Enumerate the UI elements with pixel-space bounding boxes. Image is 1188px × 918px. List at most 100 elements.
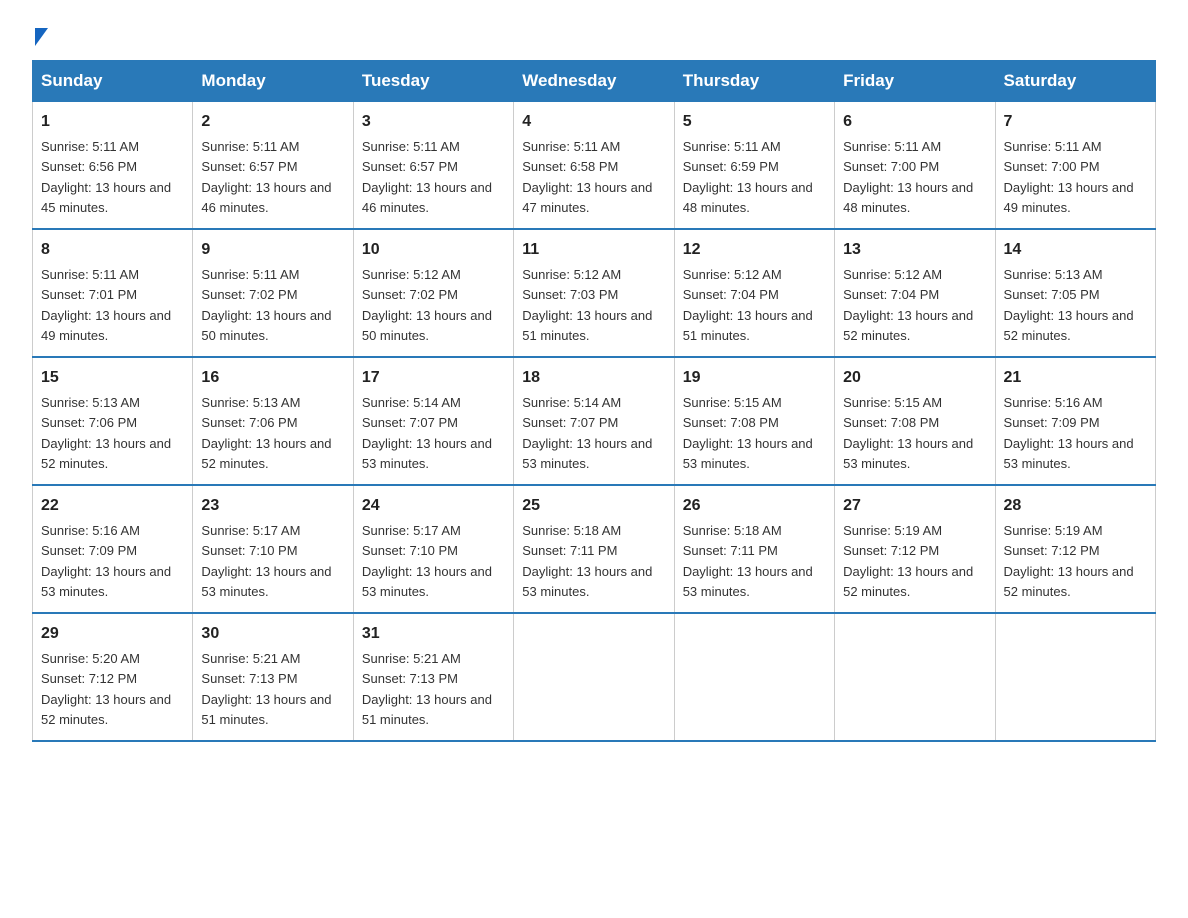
calendar-body: 1 Sunrise: 5:11 AMSunset: 6:56 PMDayligh… xyxy=(33,102,1156,742)
day-info: Sunrise: 5:19 AMSunset: 7:12 PMDaylight:… xyxy=(1004,523,1134,599)
day-number: 25 xyxy=(522,494,665,518)
day-info: Sunrise: 5:12 AMSunset: 7:02 PMDaylight:… xyxy=(362,267,492,343)
day-number: 13 xyxy=(843,238,986,262)
calendar-cell: 10 Sunrise: 5:12 AMSunset: 7:02 PMDaylig… xyxy=(353,229,513,357)
day-number: 20 xyxy=(843,366,986,390)
calendar-header: SundayMondayTuesdayWednesdayThursdayFrid… xyxy=(33,61,1156,102)
calendar-cell: 13 Sunrise: 5:12 AMSunset: 7:04 PMDaylig… xyxy=(835,229,995,357)
calendar-cell: 6 Sunrise: 5:11 AMSunset: 7:00 PMDayligh… xyxy=(835,102,995,230)
calendar-cell: 22 Sunrise: 5:16 AMSunset: 7:09 PMDaylig… xyxy=(33,485,193,613)
calendar-week-5: 29 Sunrise: 5:20 AMSunset: 7:12 PMDaylig… xyxy=(33,613,1156,741)
day-number: 16 xyxy=(201,366,344,390)
calendar-cell: 2 Sunrise: 5:11 AMSunset: 6:57 PMDayligh… xyxy=(193,102,353,230)
day-number: 5 xyxy=(683,110,826,134)
day-info: Sunrise: 5:12 AMSunset: 7:04 PMDaylight:… xyxy=(683,267,813,343)
day-info: Sunrise: 5:16 AMSunset: 7:09 PMDaylight:… xyxy=(1004,395,1134,471)
calendar-cell: 5 Sunrise: 5:11 AMSunset: 6:59 PMDayligh… xyxy=(674,102,834,230)
day-info: Sunrise: 5:17 AMSunset: 7:10 PMDaylight:… xyxy=(362,523,492,599)
day-info: Sunrise: 5:11 AMSunset: 6:57 PMDaylight:… xyxy=(362,139,492,215)
day-info: Sunrise: 5:11 AMSunset: 6:58 PMDaylight:… xyxy=(522,139,652,215)
calendar-cell: 1 Sunrise: 5:11 AMSunset: 6:56 PMDayligh… xyxy=(33,102,193,230)
day-info: Sunrise: 5:19 AMSunset: 7:12 PMDaylight:… xyxy=(843,523,973,599)
day-number: 26 xyxy=(683,494,826,518)
day-number: 1 xyxy=(41,110,184,134)
day-number: 7 xyxy=(1004,110,1147,134)
calendar-cell: 4 Sunrise: 5:11 AMSunset: 6:58 PMDayligh… xyxy=(514,102,674,230)
day-number: 14 xyxy=(1004,238,1147,262)
day-info: Sunrise: 5:14 AMSunset: 7:07 PMDaylight:… xyxy=(362,395,492,471)
day-info: Sunrise: 5:21 AMSunset: 7:13 PMDaylight:… xyxy=(201,651,331,727)
calendar-cell: 16 Sunrise: 5:13 AMSunset: 7:06 PMDaylig… xyxy=(193,357,353,485)
logo xyxy=(32,24,48,40)
day-number: 10 xyxy=(362,238,505,262)
calendar-cell: 15 Sunrise: 5:13 AMSunset: 7:06 PMDaylig… xyxy=(33,357,193,485)
day-number: 21 xyxy=(1004,366,1147,390)
calendar-cell: 28 Sunrise: 5:19 AMSunset: 7:12 PMDaylig… xyxy=(995,485,1155,613)
calendar-cell: 8 Sunrise: 5:11 AMSunset: 7:01 PMDayligh… xyxy=(33,229,193,357)
day-info: Sunrise: 5:11 AMSunset: 6:56 PMDaylight:… xyxy=(41,139,171,215)
day-info: Sunrise: 5:12 AMSunset: 7:04 PMDaylight:… xyxy=(843,267,973,343)
calendar-cell xyxy=(514,613,674,741)
day-number: 3 xyxy=(362,110,505,134)
day-number: 2 xyxy=(201,110,344,134)
calendar-cell: 26 Sunrise: 5:18 AMSunset: 7:11 PMDaylig… xyxy=(674,485,834,613)
calendar-cell: 18 Sunrise: 5:14 AMSunset: 7:07 PMDaylig… xyxy=(514,357,674,485)
calendar-cell: 3 Sunrise: 5:11 AMSunset: 6:57 PMDayligh… xyxy=(353,102,513,230)
calendar-cell: 12 Sunrise: 5:12 AMSunset: 7:04 PMDaylig… xyxy=(674,229,834,357)
calendar-table: SundayMondayTuesdayWednesdayThursdayFrid… xyxy=(32,60,1156,742)
day-info: Sunrise: 5:11 AMSunset: 7:01 PMDaylight:… xyxy=(41,267,171,343)
header-cell-thursday: Thursday xyxy=(674,61,834,102)
calendar-cell: 11 Sunrise: 5:12 AMSunset: 7:03 PMDaylig… xyxy=(514,229,674,357)
day-info: Sunrise: 5:14 AMSunset: 7:07 PMDaylight:… xyxy=(522,395,652,471)
day-info: Sunrise: 5:20 AMSunset: 7:12 PMDaylight:… xyxy=(41,651,171,727)
day-info: Sunrise: 5:13 AMSunset: 7:05 PMDaylight:… xyxy=(1004,267,1134,343)
day-info: Sunrise: 5:15 AMSunset: 7:08 PMDaylight:… xyxy=(843,395,973,471)
calendar-week-3: 15 Sunrise: 5:13 AMSunset: 7:06 PMDaylig… xyxy=(33,357,1156,485)
calendar-cell xyxy=(674,613,834,741)
header-cell-sunday: Sunday xyxy=(33,61,193,102)
day-info: Sunrise: 5:11 AMSunset: 6:57 PMDaylight:… xyxy=(201,139,331,215)
calendar-cell xyxy=(835,613,995,741)
header-row: SundayMondayTuesdayWednesdayThursdayFrid… xyxy=(33,61,1156,102)
day-info: Sunrise: 5:12 AMSunset: 7:03 PMDaylight:… xyxy=(522,267,652,343)
day-number: 6 xyxy=(843,110,986,134)
day-number: 12 xyxy=(683,238,826,262)
day-number: 8 xyxy=(41,238,184,262)
calendar-cell: 19 Sunrise: 5:15 AMSunset: 7:08 PMDaylig… xyxy=(674,357,834,485)
header-cell-wednesday: Wednesday xyxy=(514,61,674,102)
header-cell-tuesday: Tuesday xyxy=(353,61,513,102)
page-header xyxy=(32,24,1156,40)
day-info: Sunrise: 5:17 AMSunset: 7:10 PMDaylight:… xyxy=(201,523,331,599)
day-number: 19 xyxy=(683,366,826,390)
calendar-cell: 14 Sunrise: 5:13 AMSunset: 7:05 PMDaylig… xyxy=(995,229,1155,357)
day-number: 18 xyxy=(522,366,665,390)
calendar-cell xyxy=(995,613,1155,741)
day-info: Sunrise: 5:11 AMSunset: 6:59 PMDaylight:… xyxy=(683,139,813,215)
day-number: 29 xyxy=(41,622,184,646)
day-number: 27 xyxy=(843,494,986,518)
calendar-cell: 7 Sunrise: 5:11 AMSunset: 7:00 PMDayligh… xyxy=(995,102,1155,230)
day-info: Sunrise: 5:18 AMSunset: 7:11 PMDaylight:… xyxy=(522,523,652,599)
day-number: 23 xyxy=(201,494,344,518)
calendar-cell: 25 Sunrise: 5:18 AMSunset: 7:11 PMDaylig… xyxy=(514,485,674,613)
header-cell-friday: Friday xyxy=(835,61,995,102)
calendar-cell: 29 Sunrise: 5:20 AMSunset: 7:12 PMDaylig… xyxy=(33,613,193,741)
day-number: 9 xyxy=(201,238,344,262)
calendar-cell: 17 Sunrise: 5:14 AMSunset: 7:07 PMDaylig… xyxy=(353,357,513,485)
calendar-week-1: 1 Sunrise: 5:11 AMSunset: 6:56 PMDayligh… xyxy=(33,102,1156,230)
calendar-cell: 31 Sunrise: 5:21 AMSunset: 7:13 PMDaylig… xyxy=(353,613,513,741)
day-number: 30 xyxy=(201,622,344,646)
calendar-week-4: 22 Sunrise: 5:16 AMSunset: 7:09 PMDaylig… xyxy=(33,485,1156,613)
calendar-cell: 24 Sunrise: 5:17 AMSunset: 7:10 PMDaylig… xyxy=(353,485,513,613)
calendar-cell: 23 Sunrise: 5:17 AMSunset: 7:10 PMDaylig… xyxy=(193,485,353,613)
calendar-cell: 9 Sunrise: 5:11 AMSunset: 7:02 PMDayligh… xyxy=(193,229,353,357)
day-info: Sunrise: 5:13 AMSunset: 7:06 PMDaylight:… xyxy=(41,395,171,471)
day-info: Sunrise: 5:11 AMSunset: 7:00 PMDaylight:… xyxy=(843,139,973,215)
day-info: Sunrise: 5:15 AMSunset: 7:08 PMDaylight:… xyxy=(683,395,813,471)
day-info: Sunrise: 5:18 AMSunset: 7:11 PMDaylight:… xyxy=(683,523,813,599)
calendar-cell: 20 Sunrise: 5:15 AMSunset: 7:08 PMDaylig… xyxy=(835,357,995,485)
day-info: Sunrise: 5:13 AMSunset: 7:06 PMDaylight:… xyxy=(201,395,331,471)
day-number: 11 xyxy=(522,238,665,262)
day-number: 24 xyxy=(362,494,505,518)
day-info: Sunrise: 5:21 AMSunset: 7:13 PMDaylight:… xyxy=(362,651,492,727)
